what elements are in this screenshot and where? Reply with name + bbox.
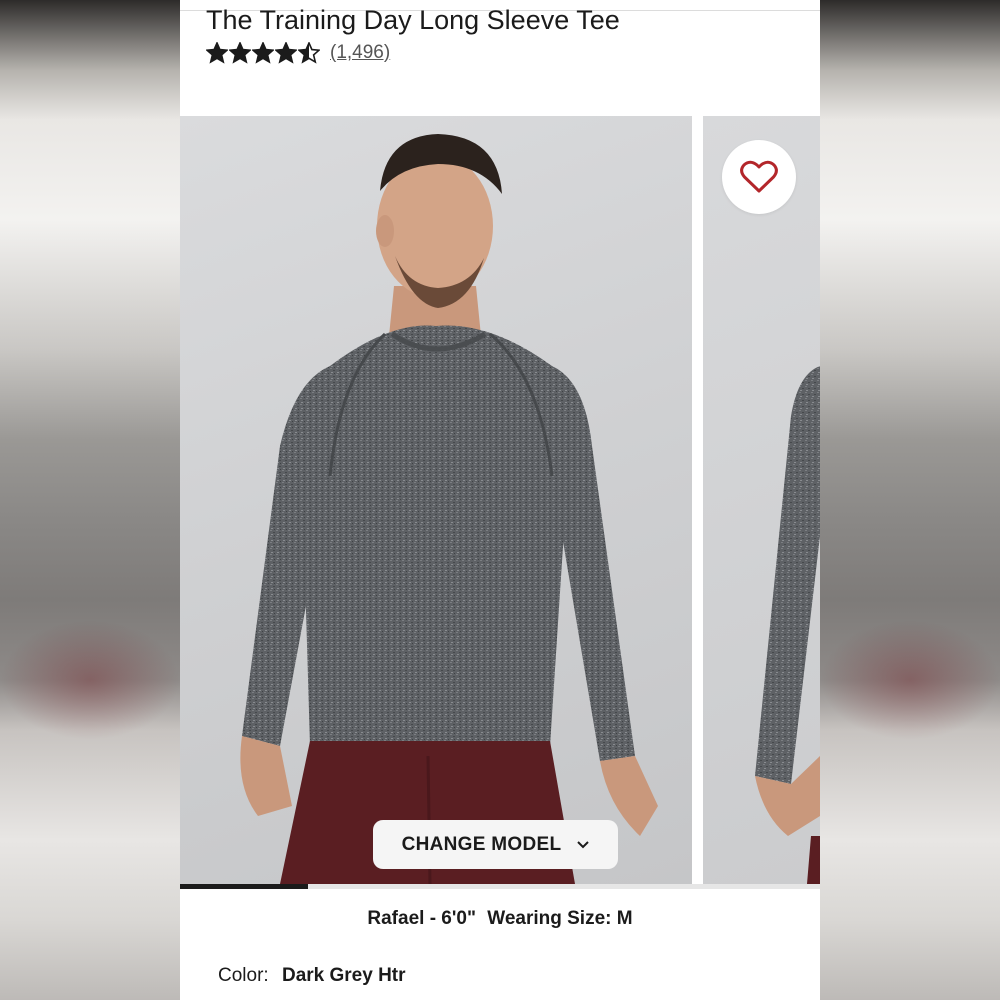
star-icon — [275, 42, 297, 64]
review-count-link[interactable]: (1,496) — [330, 42, 390, 64]
blurred-backdrop-right — [820, 0, 1000, 1000]
product-page: The Training Day Long Sleeve Tee (1,496) — [180, 0, 820, 1000]
model-info: Rafael - 6'0" Wearing Size: M — [180, 905, 820, 933]
model-photo-next — [755, 366, 820, 884]
product-rating[interactable]: (1,496) — [206, 42, 390, 64]
product-image-main[interactable]: CHANGE MODEL — [180, 116, 692, 884]
carousel-progress — [180, 884, 820, 889]
chevron-down-icon — [577, 840, 590, 848]
star-icon — [229, 42, 251, 64]
rating-stars — [206, 42, 320, 64]
color-label: Color: — [218, 965, 269, 986]
change-model-label: CHANGE MODEL — [401, 833, 562, 855]
product-image-carousel[interactable]: CHANGE MODEL — [180, 116, 820, 889]
carousel-progress-fill — [180, 884, 308, 889]
color-selector-label: Color: Dark Grey Htr — [218, 962, 406, 990]
star-icon — [206, 42, 228, 64]
blurred-backdrop-left — [0, 0, 180, 1000]
model-photo — [240, 134, 658, 884]
change-model-button[interactable]: CHANGE MODEL — [373, 820, 618, 869]
heart-icon — [740, 160, 778, 193]
star-icon — [298, 42, 320, 64]
product-title: The Training Day Long Sleeve Tee — [206, 5, 620, 35]
wishlist-button[interactable] — [722, 140, 796, 214]
model-name-height: Rafael - 6'0" — [367, 908, 476, 929]
color-value: Dark Grey Htr — [281, 965, 406, 986]
product-image-next[interactable] — [703, 116, 820, 884]
model-wearing-size: Wearing Size: M — [487, 908, 633, 929]
star-icon — [252, 42, 274, 64]
